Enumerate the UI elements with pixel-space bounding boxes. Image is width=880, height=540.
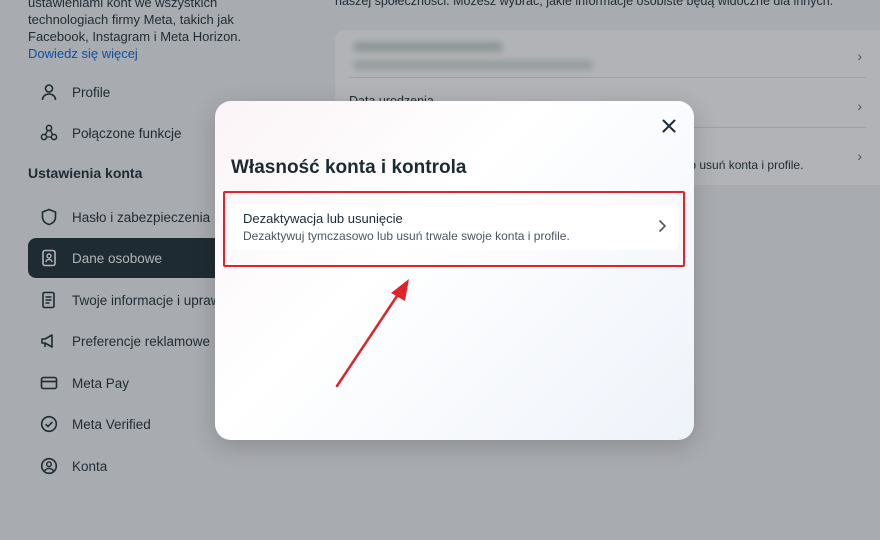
red-arrow-annotation [335, 279, 409, 388]
account-ownership-dialog: Własność konta i kontrola Dezaktywacja l… [215, 101, 694, 440]
